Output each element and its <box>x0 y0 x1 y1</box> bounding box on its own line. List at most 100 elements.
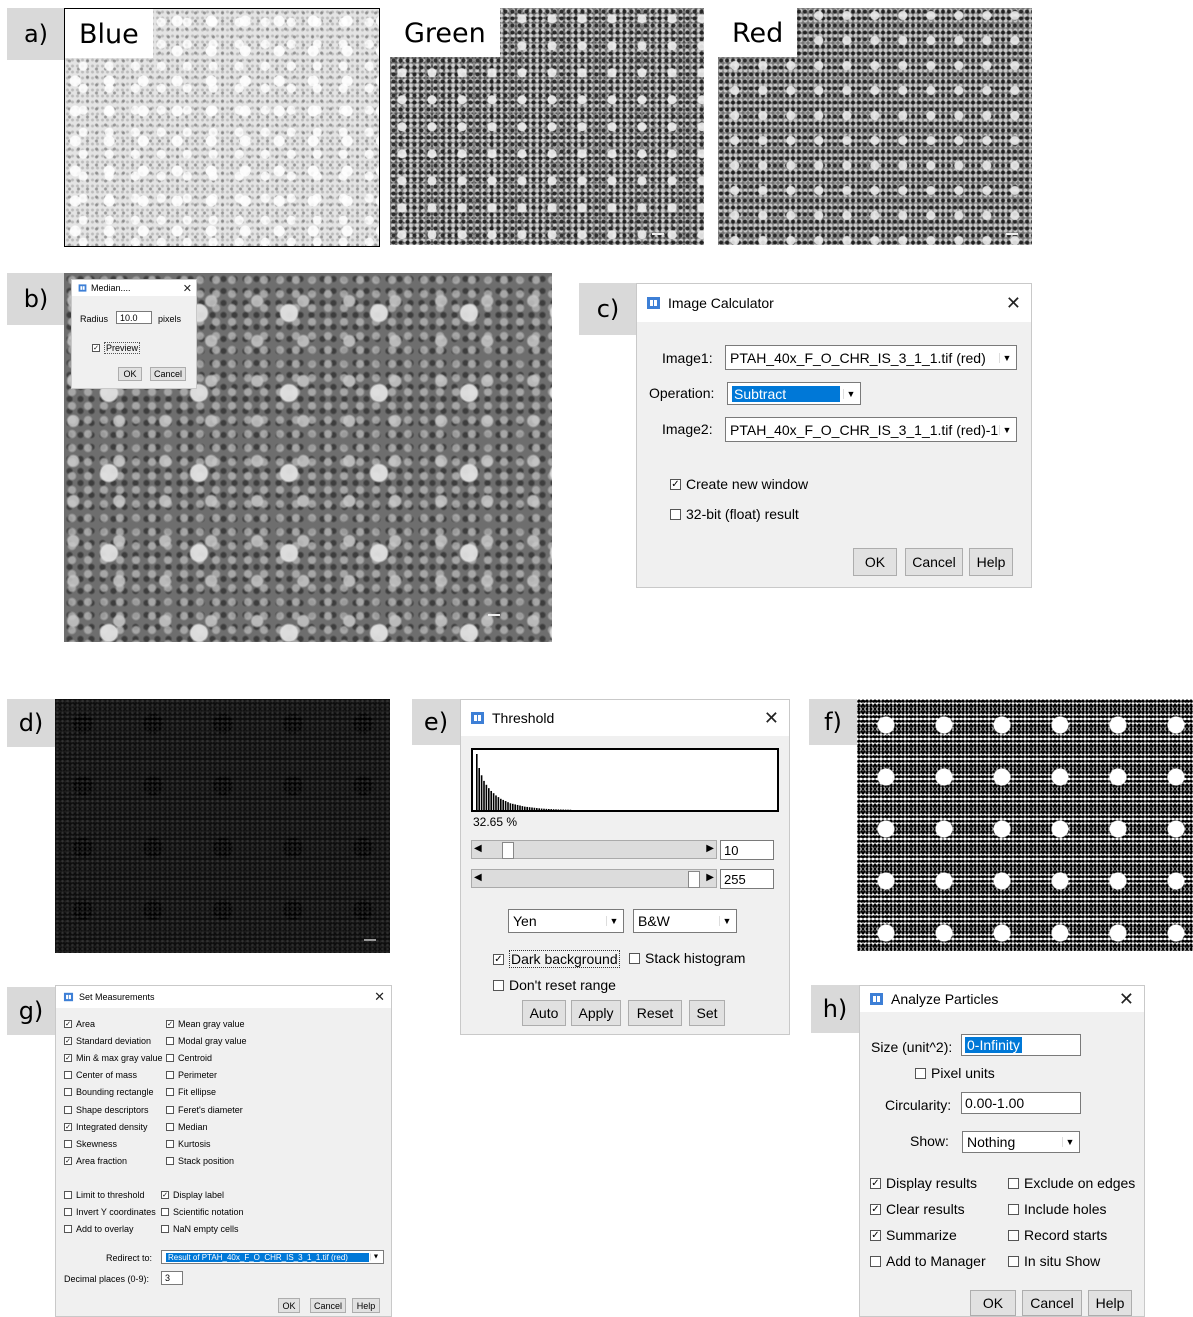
apply-button[interactable]: Apply <box>571 1000 621 1026</box>
measurement-checkbox[interactable]: Perimeter <box>166 1070 217 1080</box>
analyze-option-checkbox[interactable]: In situ Show <box>1008 1253 1100 1269</box>
analyze-option-checkbox[interactable]: ✓Clear results <box>870 1201 965 1217</box>
cancel-button[interactable]: Cancel <box>310 1298 346 1313</box>
measurement-checkbox[interactable]: Skewness <box>64 1139 117 1149</box>
analyze-particles-dialog: Analyze Particles ✕ Size (unit^2): 0-Inf… <box>859 985 1145 1317</box>
imagej-icon <box>647 297 660 309</box>
measurement-label: Integrated density <box>76 1122 148 1132</box>
measurement-checkbox[interactable]: ✓Standard deviation <box>64 1036 151 1046</box>
analyze-option-checkbox[interactable]: ✓Display results <box>870 1175 977 1191</box>
measurement-checkbox[interactable]: Modal gray value <box>166 1036 247 1046</box>
arrow-left-icon[interactable]: ◀ <box>474 872 482 883</box>
ok-button[interactable]: OK <box>118 367 142 381</box>
help-button[interactable]: Help <box>1088 1290 1132 1316</box>
measurement-checkbox[interactable]: Feret's diameter <box>166 1105 243 1115</box>
option-checkbox[interactable]: Add to overlay <box>64 1224 134 1234</box>
analyze-particles-title: Analyze Particles <box>891 991 998 1007</box>
checkbox-box: ✓ <box>670 479 681 490</box>
arrow-right-icon[interactable]: ▶ <box>706 872 714 883</box>
arrow-left-icon[interactable]: ◀ <box>474 843 482 854</box>
measurement-checkbox[interactable]: Kurtosis <box>166 1139 211 1149</box>
max-threshold-slider[interactable]: ◀ ▶ <box>471 869 717 888</box>
checkbox-box <box>915 1068 926 1079</box>
arrow-right-icon[interactable]: ▶ <box>706 843 714 854</box>
image1-label: Image1: <box>662 350 713 366</box>
measurement-checkbox[interactable]: ✓Mean gray value <box>166 1019 245 1029</box>
show-select[interactable]: Nothing ▼ <box>962 1131 1080 1153</box>
analyze-option-checkbox[interactable]: Record starts <box>1008 1227 1107 1243</box>
median-titlebar: Median.... ✕ <box>72 280 196 296</box>
measurement-checkbox[interactable]: ✓Area <box>64 1019 95 1029</box>
checkbox-box <box>166 1123 174 1131</box>
cancel-button[interactable]: Cancel <box>1022 1290 1082 1316</box>
set-button[interactable]: Set <box>689 1000 725 1026</box>
analyze-option-label: In situ Show <box>1024 1253 1100 1269</box>
radius-input[interactable]: 10.0 <box>116 311 152 324</box>
cancel-button[interactable]: Cancel <box>905 548 963 576</box>
chevron-down-icon: ▼ <box>843 389 858 399</box>
dark-background-checkbox[interactable]: ✓ Dark background <box>493 950 620 968</box>
mode-select[interactable]: B&W ▼ <box>633 909 737 933</box>
histogram-bar <box>478 768 480 810</box>
slider-thumb[interactable] <box>502 842 514 859</box>
dont-reset-range-label: Don't reset range <box>509 977 616 993</box>
close-icon[interactable]: ✕ <box>374 989 385 1005</box>
image2-select[interactable]: PTAH_40x_F_O_CHR_IS_3_1_1.tif (red)-1 ▼ <box>725 417 1017 442</box>
measurement-checkbox[interactable]: Shape descriptors <box>64 1105 149 1115</box>
min-threshold-input[interactable]: 10 <box>720 840 774 860</box>
help-button[interactable]: Help <box>352 1298 380 1313</box>
stack-histogram-checkbox[interactable]: Stack histogram <box>629 950 745 966</box>
max-threshold-input[interactable]: 255 <box>720 869 774 889</box>
redirect-select[interactable]: Result of PTAH_40x_F_O_CHR_IS_3_1_1.tif … <box>161 1250 384 1264</box>
measurement-checkbox[interactable]: Centroid <box>166 1053 212 1063</box>
close-icon[interactable]: ✕ <box>764 708 779 729</box>
float-result-checkbox[interactable]: 32-bit (float) result <box>670 506 799 522</box>
measurement-checkbox[interactable]: Fit ellipse <box>166 1087 216 1097</box>
analyze-option-checkbox[interactable]: Add to Manager <box>870 1253 986 1269</box>
cancel-button[interactable]: Cancel <box>150 367 186 381</box>
pixel-units-checkbox[interactable]: Pixel units <box>915 1065 995 1081</box>
ok-button[interactable]: OK <box>853 548 897 576</box>
slider-thumb[interactable] <box>688 871 700 888</box>
measurement-checkbox[interactable]: Stack position <box>166 1156 234 1166</box>
option-checkbox[interactable]: ✓Display label <box>161 1190 224 1200</box>
measurement-checkbox[interactable]: Bounding rectangle <box>64 1087 154 1097</box>
image1-select[interactable]: PTAH_40x_F_O_CHR_IS_3_1_1.tif (red) ▼ <box>725 345 1017 370</box>
option-checkbox[interactable]: Scientific notation <box>161 1207 244 1217</box>
method-value: Yen <box>513 913 537 929</box>
option-checkbox[interactable]: Invert Y coordinates <box>64 1207 156 1217</box>
min-threshold-slider[interactable]: ◀ ▶ <box>471 840 717 859</box>
measurement-checkbox[interactable]: ✓Area fraction <box>64 1156 127 1166</box>
measurement-checkbox[interactable]: Median <box>166 1122 208 1132</box>
ok-button[interactable]: OK <box>278 1298 300 1313</box>
operation-select[interactable]: Subtract ▼ <box>727 382 861 405</box>
method-select[interactable]: Yen ▼ <box>508 909 624 933</box>
option-checkbox[interactable]: NaN empty cells <box>161 1224 239 1234</box>
close-icon[interactable]: ✕ <box>1119 989 1134 1010</box>
dont-reset-range-checkbox[interactable]: Don't reset range <box>493 977 616 993</box>
ok-button[interactable]: OK <box>970 1290 1016 1316</box>
analyze-option-checkbox[interactable]: ✓Summarize <box>870 1227 957 1243</box>
close-icon[interactable]: ✕ <box>1006 293 1021 314</box>
help-button[interactable]: Help <box>969 548 1013 576</box>
analyze-option-checkbox[interactable]: Include holes <box>1008 1201 1107 1217</box>
checkbox-box: ✓ <box>870 1204 881 1215</box>
histogram-bar <box>476 754 478 810</box>
measurement-label: Mean gray value <box>178 1019 245 1029</box>
decimal-places-input[interactable]: 3 <box>161 1271 183 1285</box>
close-icon[interactable]: ✕ <box>183 282 192 295</box>
measurement-checkbox[interactable]: ✓Integrated density <box>64 1122 148 1132</box>
create-new-window-checkbox[interactable]: ✓ Create new window <box>670 476 808 492</box>
measurement-label: Median <box>178 1122 208 1132</box>
size-input[interactable]: 0-Infinity <box>961 1034 1081 1056</box>
checkbox-box <box>64 1140 72 1148</box>
measurement-checkbox[interactable]: Center of mass <box>64 1070 137 1080</box>
circularity-input[interactable]: 0.00-1.00 <box>961 1092 1081 1114</box>
preview-checkbox[interactable]: ✓ Preview <box>92 342 140 354</box>
analyze-option-checkbox[interactable]: Exclude on edges <box>1008 1175 1135 1191</box>
measurement-label: Stack position <box>178 1156 234 1166</box>
reset-button[interactable]: Reset <box>628 1000 682 1026</box>
auto-button[interactable]: Auto <box>522 1000 566 1026</box>
option-checkbox[interactable]: Limit to threshold <box>64 1190 145 1200</box>
measurement-checkbox[interactable]: ✓Min & max gray value <box>64 1053 163 1063</box>
